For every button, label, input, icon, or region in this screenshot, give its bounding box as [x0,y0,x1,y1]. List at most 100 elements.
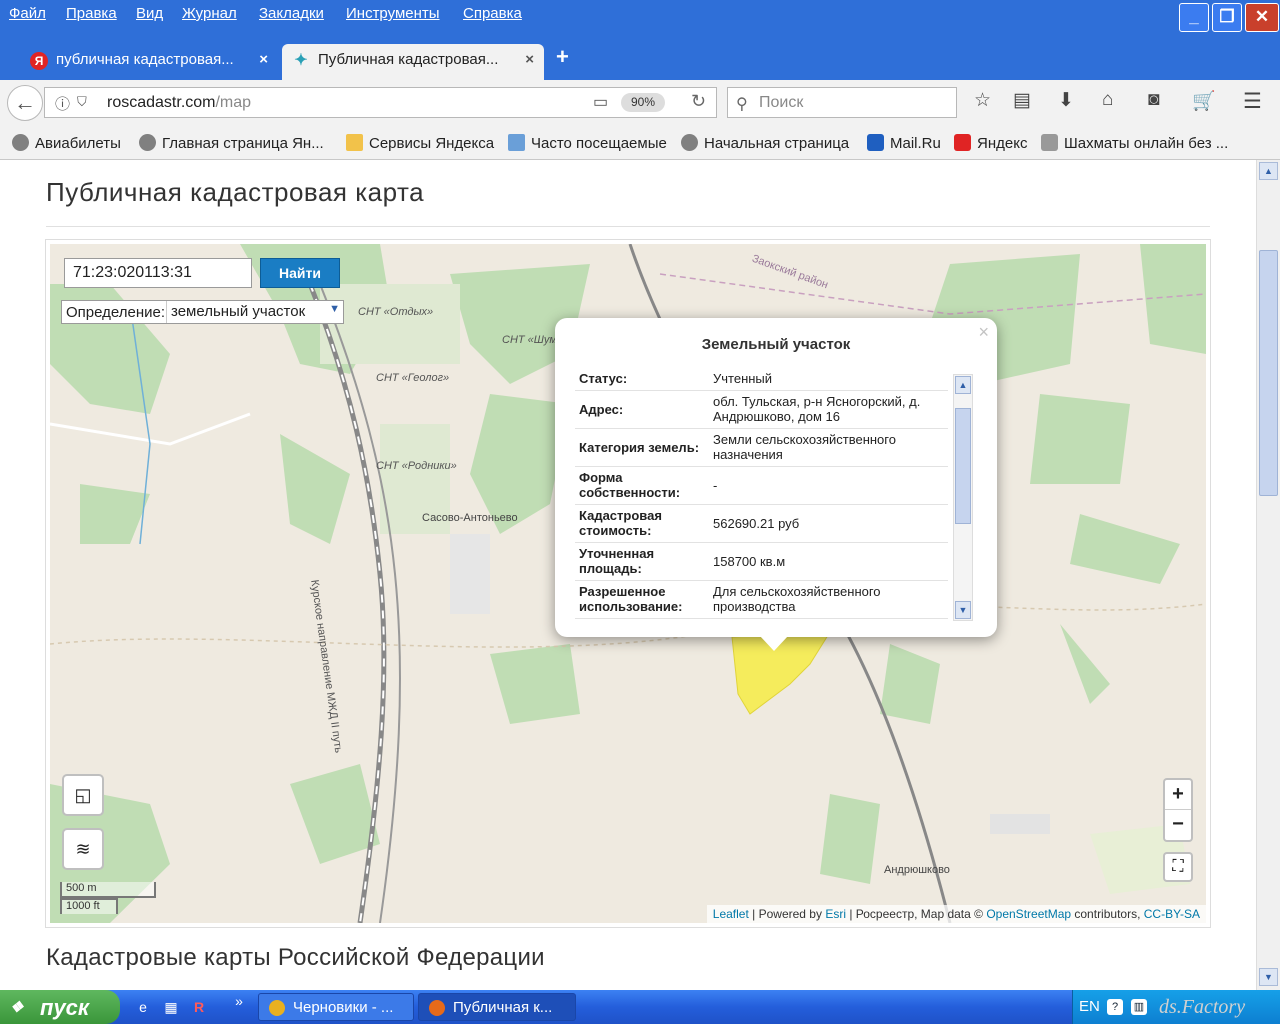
close-tab-icon[interactable]: × [525,51,534,68]
layers-icon[interactable]: ≋ [62,828,104,870]
cart-icon[interactable]: 🛒 [1192,89,1216,113]
tab-yandex-cadastral[interactable]: Я публичная кадастровая... × [20,44,278,80]
zoom-level-badge[interactable]: 90% [621,93,665,112]
bookmark-item[interactable]: Mail.Ru [867,134,941,152]
r-app-icon[interactable]: R [190,998,208,1016]
pocket-icon[interactable]: ◙ [1148,89,1159,111]
tab-title: Публичная кадастровая... [318,51,499,68]
web-page: Публичная кадастровая карта СНТ «Отдых» … [0,160,1256,990]
browser-window: Файл Правка Вид Журнал Закладки Инструме… [0,0,1280,1024]
mailru-icon [867,134,884,151]
close-window-button[interactable]: ✕ [1245,3,1279,32]
bookmark-item[interactable]: Начальная страница [681,134,849,152]
map-scale: 500 m 1000 ft [60,882,156,914]
network-icon[interactable]: ▥ [1131,999,1147,1015]
bookmark-item[interactable]: Сервисы Яндекса [346,134,494,152]
menu-file[interactable]: Файл [9,5,46,22]
search-placeholder: Поиск [759,94,804,111]
table-row: Категория земель: Земли сельскохозяйствен… [575,428,948,467]
menu-edit[interactable]: Правка [66,5,117,22]
search-box[interactable]: ⚲ Поиск [727,87,957,118]
bookmark-item[interactable]: Шахматы онлайн без ... [1041,134,1228,152]
table-row: Кадастровая стоимость: 562690.21 руб [575,504,948,543]
fullscreen-icon[interactable]: ⛶ [1163,852,1193,882]
menu-tools[interactable]: Инструменты [346,5,440,22]
smart-folder-icon [508,134,525,151]
back-button[interactable]: ← [7,85,43,121]
globe-icon [681,134,698,151]
chevron-down-icon: ▼ [329,303,340,315]
zoom-out-button[interactable]: − [1165,810,1191,840]
menu-view[interactable]: Вид [136,5,163,22]
measure-ruler-icon[interactable]: ◱ [62,774,104,816]
ie-icon[interactable]: e [134,998,152,1016]
field-value: - [709,466,948,505]
scale-imperial: 1000 ft [60,898,118,914]
license-link[interactable]: CC-BY-SA [1144,907,1200,921]
tab-public-cadastral-map[interactable]: ✦ Публичная кадастровая... × [282,44,544,80]
field-key: Уточненная площадь: [575,542,709,581]
scale-metric: 500 m [60,882,156,898]
scroll-thumb[interactable] [1259,250,1278,496]
zoom-in-button[interactable]: + [1165,780,1191,810]
menu-history[interactable]: Журнал [182,5,237,22]
navigation-bar: ← ⓘ ⛉ roscadastr.com/map ▭ 90% ↻ ⚲ Поиск… [0,80,1280,124]
popup-scrollbar[interactable]: ▲ ▼ [953,374,973,621]
find-button[interactable]: Найти [260,258,340,288]
downloads-icon[interactable]: ⬇ [1058,89,1074,112]
url-text[interactable]: roscadastr.com/map [107,94,251,112]
bookmark-item[interactable]: Главная страница Ян... [139,134,324,152]
menu-help[interactable]: Справка [463,5,522,22]
field-value: Для сельскохозяйственного производства [709,580,948,619]
page-scrollbar[interactable]: ▲ ▼ [1256,160,1280,990]
divider [46,226,1210,227]
bookmark-item[interactable]: Яндекс [954,134,1027,152]
definition-label: Определение: [66,304,166,321]
parcel-info-table: Статус: Учтенный Адрес: обл. Тульская, р-н… [575,368,948,619]
scroll-up-icon[interactable]: ▲ [1259,162,1278,180]
leaflet-link[interactable]: Leaflet [713,907,749,921]
menu-bookmarks[interactable]: Закладки [259,5,324,22]
library-icon[interactable]: ▤ [1013,89,1031,112]
map-label: СНТ «Отдых» [358,306,434,318]
field-value: обл. Тульская, р-н Ясногорский, д. Андрю… [709,390,948,429]
zoom-control: + − [1163,778,1193,842]
restore-button[interactable]: ❐ [1212,3,1242,32]
start-button[interactable]: ❖ пуск [0,990,120,1024]
bookmark-item[interactable]: Часто посещаемые [508,134,667,152]
reload-icon[interactable]: ↻ [691,91,706,112]
language-indicator[interactable]: EN [1079,998,1100,1015]
star-bookmark-icon[interactable]: ☆ [974,89,991,112]
osm-link[interactable]: OpenStreetMap [986,907,1071,921]
taskbar-item-chrome[interactable]: Черновики - ... [258,993,414,1021]
scroll-up-icon[interactable]: ▲ [955,376,971,394]
help-icon[interactable]: ? [1107,999,1123,1015]
home-icon[interactable]: ⌂ [1102,89,1113,111]
definition-select[interactable]: земельный участок ▼ [166,301,344,323]
close-tab-icon[interactable]: × [259,51,268,68]
esri-link[interactable]: Esri [825,907,846,921]
windows-flag-icon: ❖ [10,999,24,1016]
new-tab-button[interactable]: + [556,44,569,70]
chrome-icon [269,1000,285,1016]
taskbar-item-firefox[interactable]: Публичная к... [418,993,576,1021]
field-key: Разрешенное использование: [575,580,709,619]
reader-view-icon[interactable]: ▭ [593,92,608,112]
bookmark-item[interactable]: Авиабилеты [12,134,121,152]
quicklaunch-overflow-icon[interactable]: » [230,992,248,1010]
windows-taskbar: ❖ пуск e ▦ R » Черновики - ... Публичная… [0,990,1280,1024]
yandex-favicon-icon: Я [30,52,48,70]
popup-title: Земельный участок [701,336,851,353]
cadastral-map[interactable]: СНТ «Отдых» СНТ «Шум» СНТ «Геолог» СНТ «… [50,244,1206,923]
printer-icon[interactable]: ▦ [162,998,180,1016]
cadastral-number-input[interactable] [64,258,252,288]
info-icon[interactable]: ⓘ [55,93,70,114]
scroll-thumb[interactable] [955,408,971,524]
minimize-button[interactable]: _ [1179,3,1209,32]
hamburger-menu-icon[interactable]: ☰ [1243,89,1262,114]
address-bar[interactable]: ⓘ ⛉ roscadastr.com/map ▭ 90% ↻ [44,87,717,118]
scroll-down-icon[interactable]: ▼ [1259,968,1278,986]
scroll-down-icon[interactable]: ▼ [955,601,971,619]
tracking-shield-icon[interactable]: ⛉ [77,94,87,110]
site-favicon-icon: ✦ [294,52,308,69]
